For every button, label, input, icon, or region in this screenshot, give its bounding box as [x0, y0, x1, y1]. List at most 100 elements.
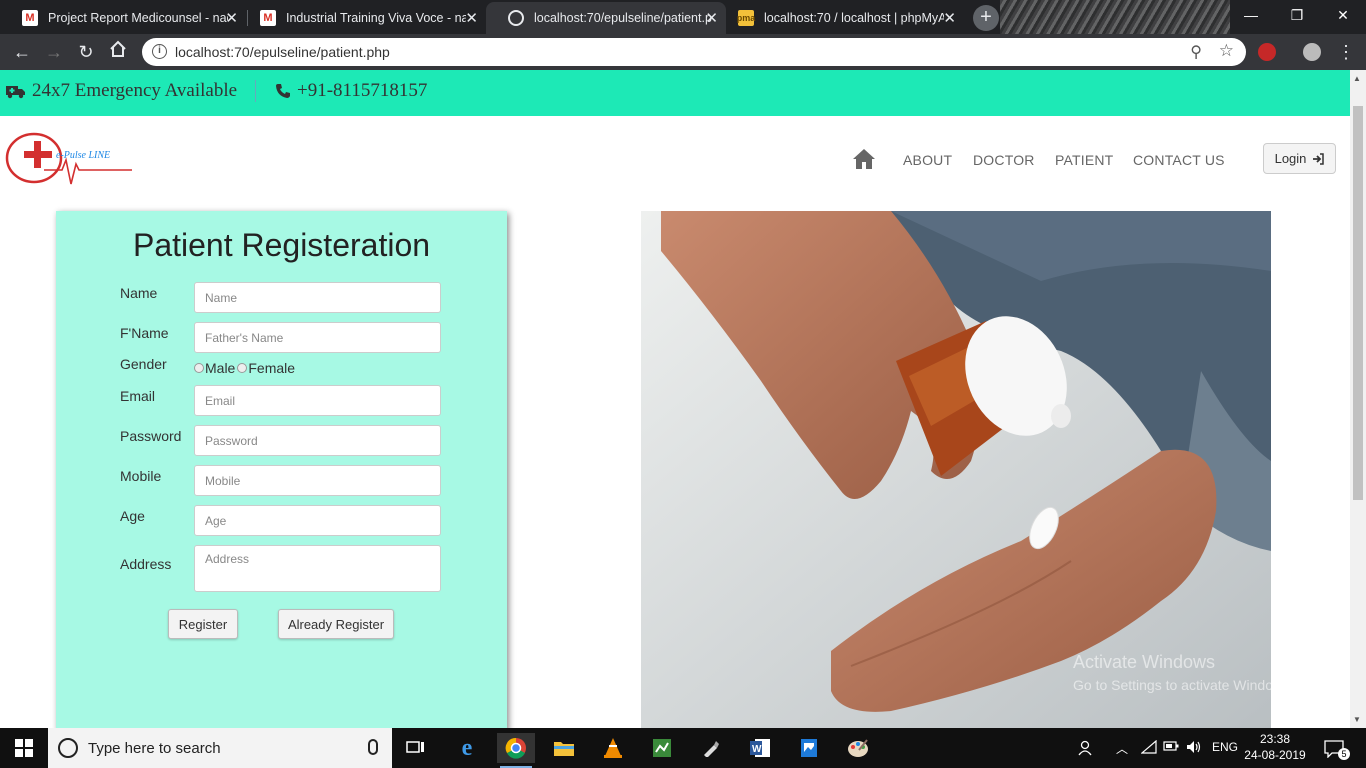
- login-label: Login: [1274, 151, 1307, 166]
- extension-icon[interactable]: [1258, 43, 1276, 61]
- site-logo[interactable]: e-Pulse LINE: [4, 130, 134, 190]
- language-indicator[interactable]: ENG: [1212, 740, 1238, 754]
- phone-number: +91-8115718157: [297, 80, 428, 101]
- scroll-down-icon[interactable]: ▼: [1353, 715, 1361, 724]
- gender-options: Male Female: [194, 360, 295, 376]
- volume-icon[interactable]: [1186, 740, 1202, 757]
- chrome-icon[interactable]: [497, 733, 535, 768]
- taskbar-search-box[interactable]: Type here to search: [48, 728, 392, 768]
- address-label: Address: [120, 556, 172, 572]
- tab-title: localhost:70 / localhost | phpMyA: [764, 11, 944, 25]
- show-hidden-icons-icon[interactable]: ︿: [1116, 740, 1128, 757]
- pen-tool-icon[interactable]: [692, 733, 730, 763]
- network-icon[interactable]: [1140, 739, 1157, 757]
- site-navbar: e-Pulse LINE ABOUT DOCTOR PATIENT CONTAC…: [0, 116, 1350, 202]
- zoom-icon[interactable]: ⚲: [1190, 42, 1202, 62]
- email-input[interactable]: [194, 385, 441, 416]
- phone-icon: [276, 84, 290, 98]
- taskbar-clock[interactable]: 23:38 24-08-2019: [1240, 731, 1310, 763]
- scrollbar-thumb[interactable]: [1353, 106, 1363, 500]
- page-scrollbar[interactable]: ▲ ▼: [1350, 70, 1366, 728]
- tab-title: Industrial Training Viva Voce - na: [286, 11, 466, 25]
- father-name-input[interactable]: [194, 322, 441, 353]
- restore-button[interactable]: ❐: [1274, 0, 1320, 30]
- close-window-button[interactable]: ✕: [1320, 0, 1366, 30]
- password-label: Password: [120, 428, 182, 444]
- register-button[interactable]: Register: [168, 609, 238, 639]
- notification-count-badge: 5: [1338, 748, 1350, 760]
- battery-icon[interactable]: [1163, 740, 1179, 755]
- microphone-icon[interactable]: [368, 739, 378, 755]
- phone-info: +91-8115718157: [275, 80, 427, 102]
- url-text: localhost:70/epulseline/patient.php: [175, 44, 390, 60]
- password-input[interactable]: [194, 425, 441, 456]
- fname-label: F'Name: [120, 325, 169, 341]
- gmail-icon: M: [260, 10, 276, 26]
- browser-tab-3-active[interactable]: localhost:70/epulseline/patient.p ✕: [486, 2, 726, 34]
- vlc-icon[interactable]: [594, 733, 632, 763]
- task-view-icon[interactable]: [397, 733, 435, 763]
- age-input[interactable]: [194, 505, 441, 536]
- mobile-input[interactable]: [194, 465, 441, 496]
- bookmark-star-icon[interactable]: ☆: [1219, 41, 1234, 61]
- profile-avatar[interactable]: [1303, 43, 1321, 61]
- name-input[interactable]: [194, 282, 441, 313]
- already-register-button[interactable]: Already Register: [278, 609, 394, 639]
- close-tab-icon[interactable]: ✕: [225, 9, 238, 27]
- edge-icon[interactable]: e: [448, 733, 486, 763]
- address-bar[interactable]: i localhost:70/epulseline/patient.php ⚲ …: [142, 38, 1246, 66]
- name-label: Name: [120, 285, 158, 301]
- forward-arrow-icon[interactable]: →: [42, 40, 66, 64]
- minimize-button[interactable]: —: [1228, 0, 1274, 30]
- male-radio[interactable]: [194, 363, 204, 373]
- gender-label: Gender: [120, 356, 167, 372]
- nav-about[interactable]: ABOUT: [903, 152, 952, 168]
- globe-icon: [508, 10, 524, 26]
- file-explorer-icon[interactable]: [545, 733, 583, 763]
- tab-title: Project Report Medicounsel - nac: [48, 11, 228, 25]
- login-button[interactable]: Login: [1263, 143, 1336, 174]
- gmail-icon: M: [22, 10, 38, 26]
- female-label: Female: [248, 360, 296, 376]
- spreadsheet-app-icon[interactable]: [643, 733, 681, 763]
- nav-contact-us[interactable]: CONTACT US: [1133, 152, 1225, 168]
- photos-icon[interactable]: [790, 733, 828, 763]
- female-radio[interactable]: [237, 363, 248, 373]
- scroll-up-icon[interactable]: ▲: [1353, 74, 1361, 83]
- clock-time: 23:38: [1259, 732, 1291, 746]
- close-tab-icon[interactable]: ✕: [465, 9, 478, 27]
- clock-date: 24-08-2019: [1244, 748, 1306, 762]
- male-label: Male: [205, 360, 236, 376]
- nav-doctor[interactable]: DOCTOR: [973, 152, 1035, 168]
- logo-text: e-Pulse LINE: [56, 150, 111, 161]
- people-icon[interactable]: [1078, 740, 1094, 759]
- home-icon[interactable]: [106, 40, 130, 64]
- word-icon[interactable]: W: [741, 733, 779, 763]
- svg-text:W: W: [752, 744, 762, 755]
- browser-tab-bar: M Project Report Medicounsel - nac ✕ M I…: [0, 0, 1366, 34]
- back-arrow-icon[interactable]: ←: [10, 40, 34, 64]
- address-textarea[interactable]: [194, 545, 441, 592]
- paint-icon[interactable]: [839, 733, 877, 763]
- windows-start-icon[interactable]: [0, 728, 48, 768]
- windows-taskbar: Type here to search e W ︿ ENG 23:38 24-0…: [0, 728, 1366, 768]
- mobile-label: Mobile: [120, 468, 162, 484]
- cortana-icon: [58, 738, 78, 758]
- close-tab-icon[interactable]: ✕: [943, 9, 956, 27]
- emergency-info-bar: 24x7 Emergency Available +91-8115718157: [0, 70, 1350, 116]
- login-icon: [1313, 152, 1325, 165]
- home-nav-icon[interactable]: [852, 148, 876, 170]
- activate-windows-subtitle: Go to Settings to activate Windows.: [1073, 677, 1294, 693]
- registration-form-panel: Patient Registeration Name F'Name Gender…: [56, 211, 507, 731]
- browser-toolbar: ← → ↻ i localhost:70/epulseline/patient.…: [0, 34, 1366, 70]
- browser-tab-2[interactable]: M Industrial Training Viva Voce - na ✕: [238, 2, 486, 34]
- new-tab-button[interactable]: +: [973, 5, 999, 31]
- emergency-text: 24x7 Emergency Available: [32, 80, 238, 101]
- browser-tab-4[interactable]: pma localhost:70 / localhost | phpMyA ✕: [716, 2, 964, 34]
- menu-icon[interactable]: ⋮: [1334, 40, 1358, 64]
- nav-patient[interactable]: PATIENT: [1055, 152, 1113, 168]
- info-icon[interactable]: i: [152, 44, 167, 59]
- browser-tab-1[interactable]: M Project Report Medicounsel - nac ✕: [0, 2, 246, 34]
- reload-icon[interactable]: ↻: [74, 40, 98, 64]
- ambulance-icon: [6, 86, 25, 99]
